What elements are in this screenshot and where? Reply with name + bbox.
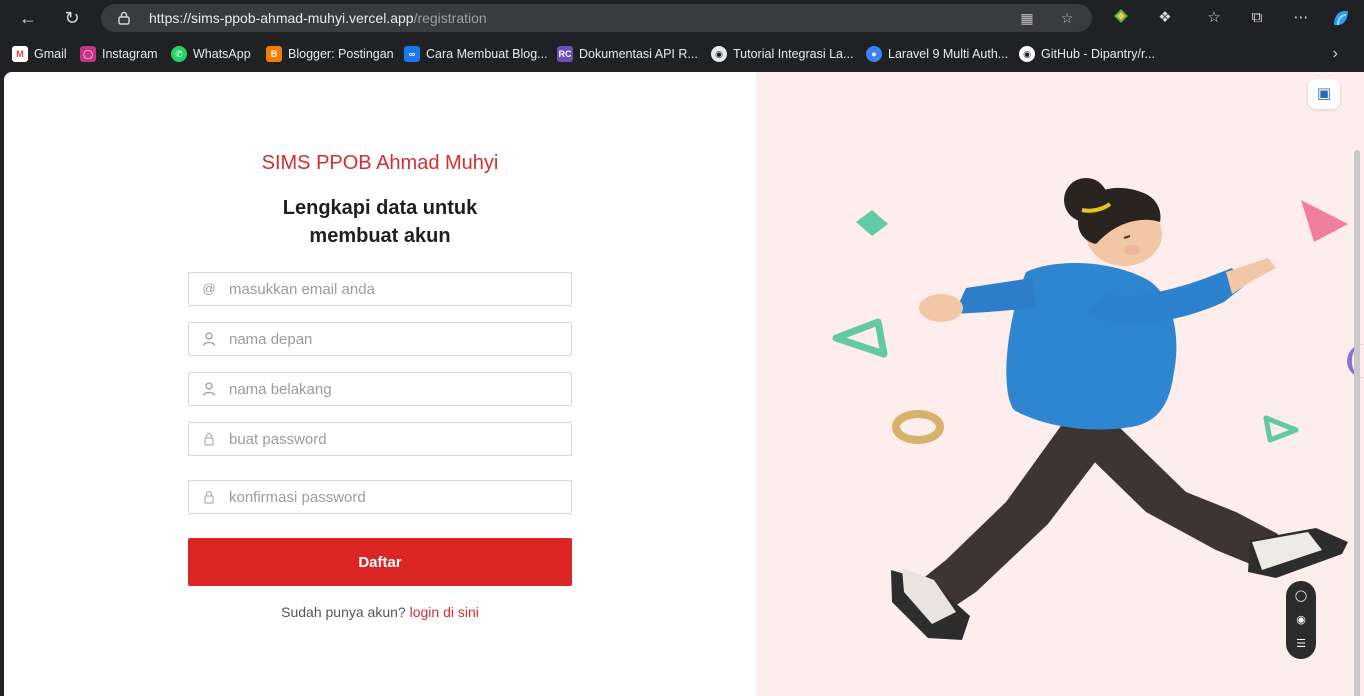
copilot-icon[interactable] <box>1330 7 1352 29</box>
bookmark-label: Cara Membuat Blog... <box>426 47 548 61</box>
email-input[interactable] <box>229 273 559 305</box>
url-text: https://sims-ppob-ahmad-muhyi.vercel.app… <box>149 10 487 26</box>
chevron-right-icon[interactable]: › <box>1333 45 1338 63</box>
bookmark-label: Tutorial Integrasi La... <box>733 47 854 61</box>
bookmark-label: Dokumentasi API R... <box>579 47 698 61</box>
vertical-scrollbar[interactable] <box>1354 150 1360 696</box>
screenshot-capture-icon[interactable]: ▣ <box>1308 79 1340 109</box>
green-diamond-shape <box>856 210 888 236</box>
lock-icon <box>201 489 217 505</box>
bookmark-laravel-multi-auth[interactable]: ● Laravel 9 Multi Auth... <box>866 45 1008 63</box>
lock-icon <box>118 11 130 25</box>
url-host: https://sims-ppob-ahmad-muhyi.vercel.app <box>149 10 414 26</box>
small-green-triangle-shape <box>1263 415 1299 443</box>
url-path: /registration <box>413 10 487 26</box>
bookmark-whatsapp[interactable]: ✆ WhatsApp <box>171 45 251 63</box>
bookmark-instagram[interactable]: ◯ Instagram <box>80 45 158 63</box>
login-link[interactable]: login di sini <box>410 604 479 620</box>
reload-icon[interactable]: ↻ <box>60 6 84 30</box>
bookmark-label: Laravel 9 Multi Auth... <box>888 47 1009 61</box>
register-button[interactable]: Daftar <box>188 538 572 586</box>
cheek <box>1124 245 1140 255</box>
page-heading: Lengkapi data untuk membuat akun <box>230 194 530 250</box>
bookmark-label: GitHub - Dipantry/r... <box>1041 47 1155 61</box>
gold-ring-shape <box>892 410 944 444</box>
bookmark-label: Blogger: Postingan <box>288 47 394 61</box>
first-name-input[interactable] <box>229 323 559 355</box>
login-prompt: Sudah punya akun? login di sini <box>4 604 756 620</box>
chat-bubble-icon[interactable]: ◯ <box>1286 589 1316 602</box>
bookmark-label: Gmail <box>34 47 67 61</box>
brand-title: SIMS PPOB Ahmad Muhyi <box>261 152 499 174</box>
green-triangle-shape <box>832 318 888 358</box>
front-hand <box>1226 258 1276 294</box>
heading-line-2: membuat akun <box>309 225 451 247</box>
confirm-password-field <box>188 480 572 514</box>
email-field: @ <box>188 272 572 306</box>
bookmark-label: WhatsApp <box>193 47 251 61</box>
bookmark-gmail[interactable]: M Gmail <box>12 45 67 63</box>
illustration-panel <box>756 72 1364 696</box>
meta-icon: ∞ <box>404 46 420 62</box>
front-leg <box>1076 424 1278 568</box>
browser-toolbar: ← ↻ https://sims-ppob-ahmad-muhyi.vercel… <box>0 0 1364 36</box>
back-icon[interactable]: ← <box>16 6 40 30</box>
password-field <box>188 422 572 456</box>
gmail-icon: M <box>12 46 28 62</box>
github-icon: ◉ <box>1019 46 1035 62</box>
more-menu-icon[interactable]: ⋯ <box>1290 7 1312 29</box>
lock-icon <box>201 431 217 447</box>
bookmark-dokumentasi-api[interactable]: RC Dokumentasi API R... <box>557 45 698 63</box>
collections-icon[interactable]: ⧉ <box>1246 7 1268 29</box>
favorite-star-icon[interactable]: ☆ <box>1058 9 1076 27</box>
first-name-field <box>188 322 572 356</box>
floating-tool-bar: ◯ ◉ ☰ <box>1286 581 1316 659</box>
apps-icon[interactable]: ▦ <box>1018 9 1036 27</box>
user-icon <box>201 331 217 347</box>
login-prompt-text: Sudah punya akun? <box>281 604 406 620</box>
site-icon: ● <box>866 46 882 62</box>
bookmarks-bar: M Gmail ◯ Instagram ✆ WhatsApp B Blogger… <box>0 36 1364 72</box>
password-input[interactable] <box>229 423 559 455</box>
back-hand <box>919 294 963 322</box>
site-icon: ◉ <box>711 46 727 62</box>
screen-capture-icon[interactable]: ◉ <box>1286 613 1316 626</box>
address-bar[interactable]: https://sims-ppob-ahmad-muhyi.vercel.app… <box>101 4 1092 32</box>
heading-line-1: Lengkapi data untuk <box>282 197 478 219</box>
registration-panel: SIMS PPOB Ahmad Muhyi Lengkapi data untu… <box>4 72 756 696</box>
confirm-password-input[interactable] <box>229 481 559 513</box>
back-arm <box>954 278 1036 314</box>
hair-bun <box>1064 178 1108 222</box>
extensions-puzzle-icon[interactable]: ❖ <box>1154 7 1176 29</box>
bookmark-cara-membuat-blog[interactable]: ∞ Cara Membuat Blog... <box>404 45 548 63</box>
bookmark-blogger[interactable]: B Blogger: Postingan <box>266 45 394 63</box>
favorites-icon[interactable]: ☆ <box>1203 7 1225 29</box>
walking-person-illustration <box>832 178 1364 640</box>
bookmark-github[interactable]: ◉ GitHub - Dipantry/r... <box>1019 45 1155 63</box>
instagram-icon: ◯ <box>80 46 96 62</box>
bookmark-label: Instagram <box>102 47 158 61</box>
extension-colored-icon[interactable] <box>1110 7 1132 29</box>
at-sign-icon: @ <box>202 281 216 296</box>
last-name-input[interactable] <box>229 373 559 405</box>
blogger-icon: B <box>266 46 282 62</box>
rc-icon: RC <box>557 46 573 62</box>
page-viewport: SIMS PPOB Ahmad Muhyi Lengkapi data untu… <box>4 72 1364 696</box>
pink-triangle-shape <box>1301 200 1348 242</box>
user-icon <box>201 381 217 397</box>
whatsapp-icon: ✆ <box>171 46 187 62</box>
list-icon[interactable]: ☰ <box>1286 637 1316 650</box>
bookmark-tutorial-integrasi[interactable]: ◉ Tutorial Integrasi La... <box>711 45 853 63</box>
last-name-field <box>188 372 572 406</box>
